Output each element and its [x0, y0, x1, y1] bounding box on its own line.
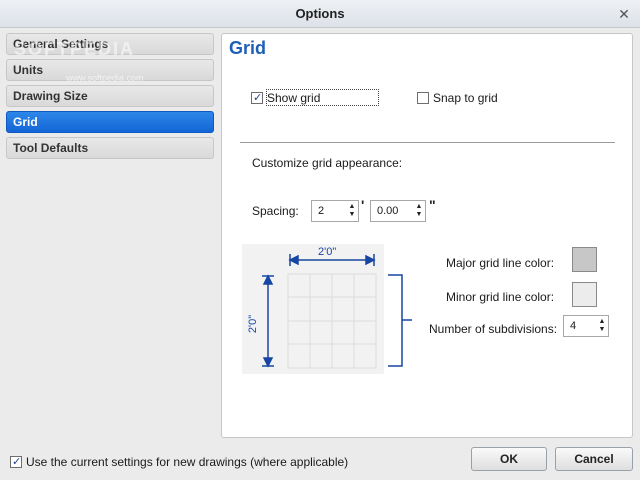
- spacing-feet-value: 2: [318, 205, 325, 217]
- subdivisions-value: 4: [570, 320, 577, 332]
- checkbox-unchecked-icon[interactable]: [417, 92, 429, 104]
- snap-to-grid-label: Snap to grid: [433, 91, 498, 105]
- section-divider: [240, 142, 615, 143]
- sidebar: General Settings Units Drawing Size Grid…: [6, 33, 214, 163]
- stepper-arrows-icon[interactable]: ▲ ▼: [415, 203, 423, 219]
- use-current-settings-label: Use the current settings for new drawing…: [26, 455, 349, 469]
- major-color-swatch[interactable]: [572, 247, 597, 272]
- checkbox-checked-icon[interactable]: [251, 92, 263, 104]
- use-current-settings-checkbox[interactable]: Use the current settings for new drawing…: [10, 455, 348, 469]
- preview-width-label: 2'0": [318, 246, 337, 258]
- grid-settings-panel: Grid Show grid Snap to grid Customize gr…: [221, 33, 633, 438]
- sidebar-item-label: Tool Defaults: [13, 141, 89, 155]
- major-color-label: Major grid line color:: [446, 256, 555, 270]
- customize-label: Customize grid appearance:: [252, 156, 403, 170]
- stepper-arrows-icon[interactable]: ▲ ▼: [348, 203, 356, 219]
- subdivisions-label: Number of subdivisions:: [429, 322, 558, 336]
- subdivisions-stepper[interactable]: 4 ▲ ▼: [563, 315, 609, 337]
- spacing-inches-value: 0.00: [377, 205, 399, 217]
- feet-unit: ': [361, 197, 365, 213]
- sidebar-item-label: Units: [13, 63, 43, 77]
- close-icon[interactable]: ✕: [616, 6, 632, 22]
- spacing-inches-stepper[interactable]: 0.00 ▲ ▼: [370, 200, 426, 222]
- spacing-label: Spacing:: [252, 204, 299, 218]
- sidebar-item-label: Grid: [13, 115, 38, 129]
- grid-preview-graphic: [262, 254, 377, 369]
- checkbox-checked-icon[interactable]: [10, 456, 22, 468]
- sidebar-item-label: General Settings: [13, 37, 109, 51]
- sidebar-item-general-settings[interactable]: General Settings: [6, 33, 214, 55]
- window-title: Options: [295, 6, 345, 21]
- sidebar-item-label: Drawing Size: [13, 89, 88, 103]
- grid-preview: 2'0" 2'0": [242, 244, 384, 374]
- cancel-button[interactable]: Cancel: [555, 447, 633, 471]
- minor-color-label: Minor grid line color:: [446, 290, 555, 304]
- inches-unit: ": [429, 197, 436, 213]
- title-bar: Options ✕: [0, 0, 640, 28]
- panel-title: Grid: [229, 38, 267, 58]
- sidebar-item-units[interactable]: Units: [6, 59, 214, 81]
- minor-color-swatch[interactable]: [572, 282, 597, 307]
- sidebar-item-drawing-size[interactable]: Drawing Size: [6, 85, 214, 107]
- options-window: General Settings Units Drawing Size Grid…: [0, 28, 640, 480]
- preview-height-label: 2'0": [247, 314, 260, 334]
- bracket-icon: [388, 274, 412, 367]
- ok-button[interactable]: OK: [471, 447, 547, 471]
- focus-ring: [266, 89, 379, 106]
- sidebar-item-tool-defaults[interactable]: Tool Defaults: [6, 137, 214, 159]
- stepper-arrows-icon[interactable]: ▲ ▼: [598, 318, 606, 334]
- snap-to-grid-checkbox[interactable]: Snap to grid: [417, 91, 498, 105]
- spacing-feet-stepper[interactable]: 2 ▲ ▼: [311, 200, 359, 222]
- sidebar-item-grid[interactable]: Grid: [6, 111, 214, 133]
